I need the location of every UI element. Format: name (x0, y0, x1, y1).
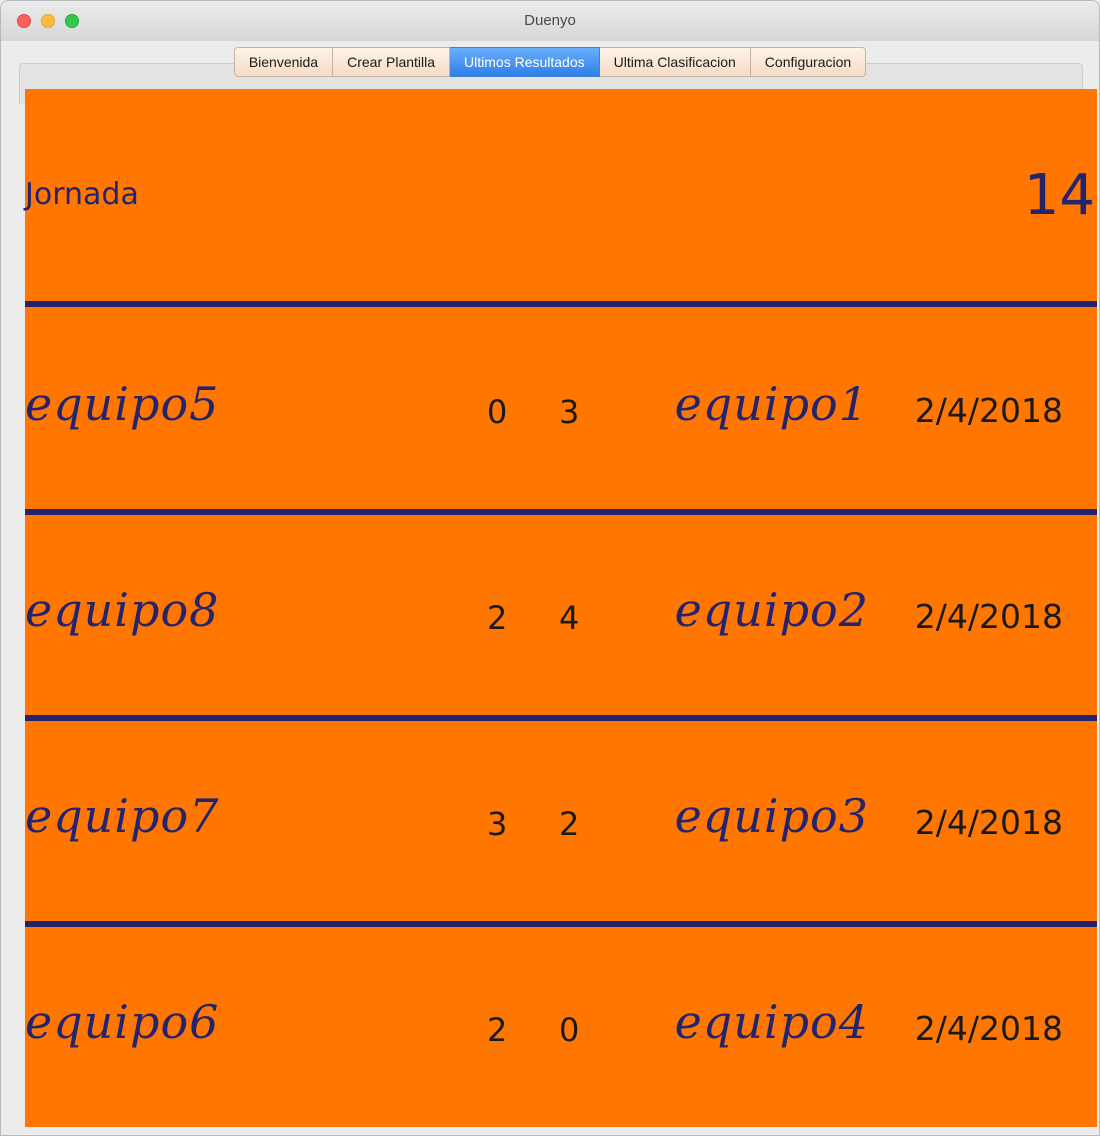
match-date: 2/4/2018 (914, 391, 1063, 430)
away-team: equipo1 (674, 377, 869, 431)
away-score: 2 (559, 805, 580, 843)
home-score: 2 (487, 1011, 508, 1049)
tab-bienvenida[interactable]: Bienvenida (233, 47, 334, 77)
window-title: Duenyo (524, 12, 576, 29)
away-team: equipo4 (674, 995, 869, 1049)
jornada-header: Jornada 14 (25, 89, 1097, 301)
away-score: 3 (559, 393, 580, 431)
match-date: 2/4/2018 (914, 803, 1063, 842)
home-score: 0 (487, 393, 508, 431)
match-row: equipo8 2 4 equipo2 2/4/2018 (25, 515, 1097, 715)
match-row: equipo6 2 0 equipo4 2/4/2018 (25, 927, 1097, 1127)
away-team: equipo3 (674, 789, 869, 843)
jornada-number: 14 (1023, 163, 1095, 228)
jornada-label: Jornada (25, 177, 139, 212)
match-row: equipo7 3 2 equipo3 2/4/2018 (25, 721, 1097, 921)
tab-bar: Bienvenida Crear Plantilla Ultimos Resul… (1, 47, 1099, 77)
match-row: equipo5 0 3 equipo1 2/4/2018 (25, 307, 1097, 507)
away-score: 0 (559, 1011, 580, 1049)
tab-crear-plantilla[interactable]: Crear Plantilla (333, 47, 451, 77)
home-team: equipo6 (25, 995, 220, 1049)
match-date: 2/4/2018 (914, 597, 1063, 636)
title-bar[interactable]: Duenyo (1, 1, 1099, 41)
home-score: 3 (487, 805, 508, 843)
away-score: 4 (559, 599, 580, 637)
results-panel: Jornada 14 equipo5 0 3 equipo1 2/4/2018 … (25, 89, 1097, 1127)
tab-ultima-clasificacion[interactable]: Ultima Clasificacion (599, 47, 751, 77)
tab-configuracion[interactable]: Configuracion (750, 47, 867, 77)
away-team: equipo2 (674, 583, 869, 637)
match-date: 2/4/2018 (914, 1009, 1063, 1048)
home-team: equipo7 (25, 789, 220, 843)
home-team: equipo5 (25, 377, 220, 431)
home-team: equipo8 (25, 583, 220, 637)
home-score: 2 (487, 599, 508, 637)
tab-ultimos-resultados[interactable]: Ultimos Resultados (450, 47, 600, 77)
app-window: Duenyo Bienvenida Crear Plantilla Ultimo… (0, 0, 1100, 1136)
